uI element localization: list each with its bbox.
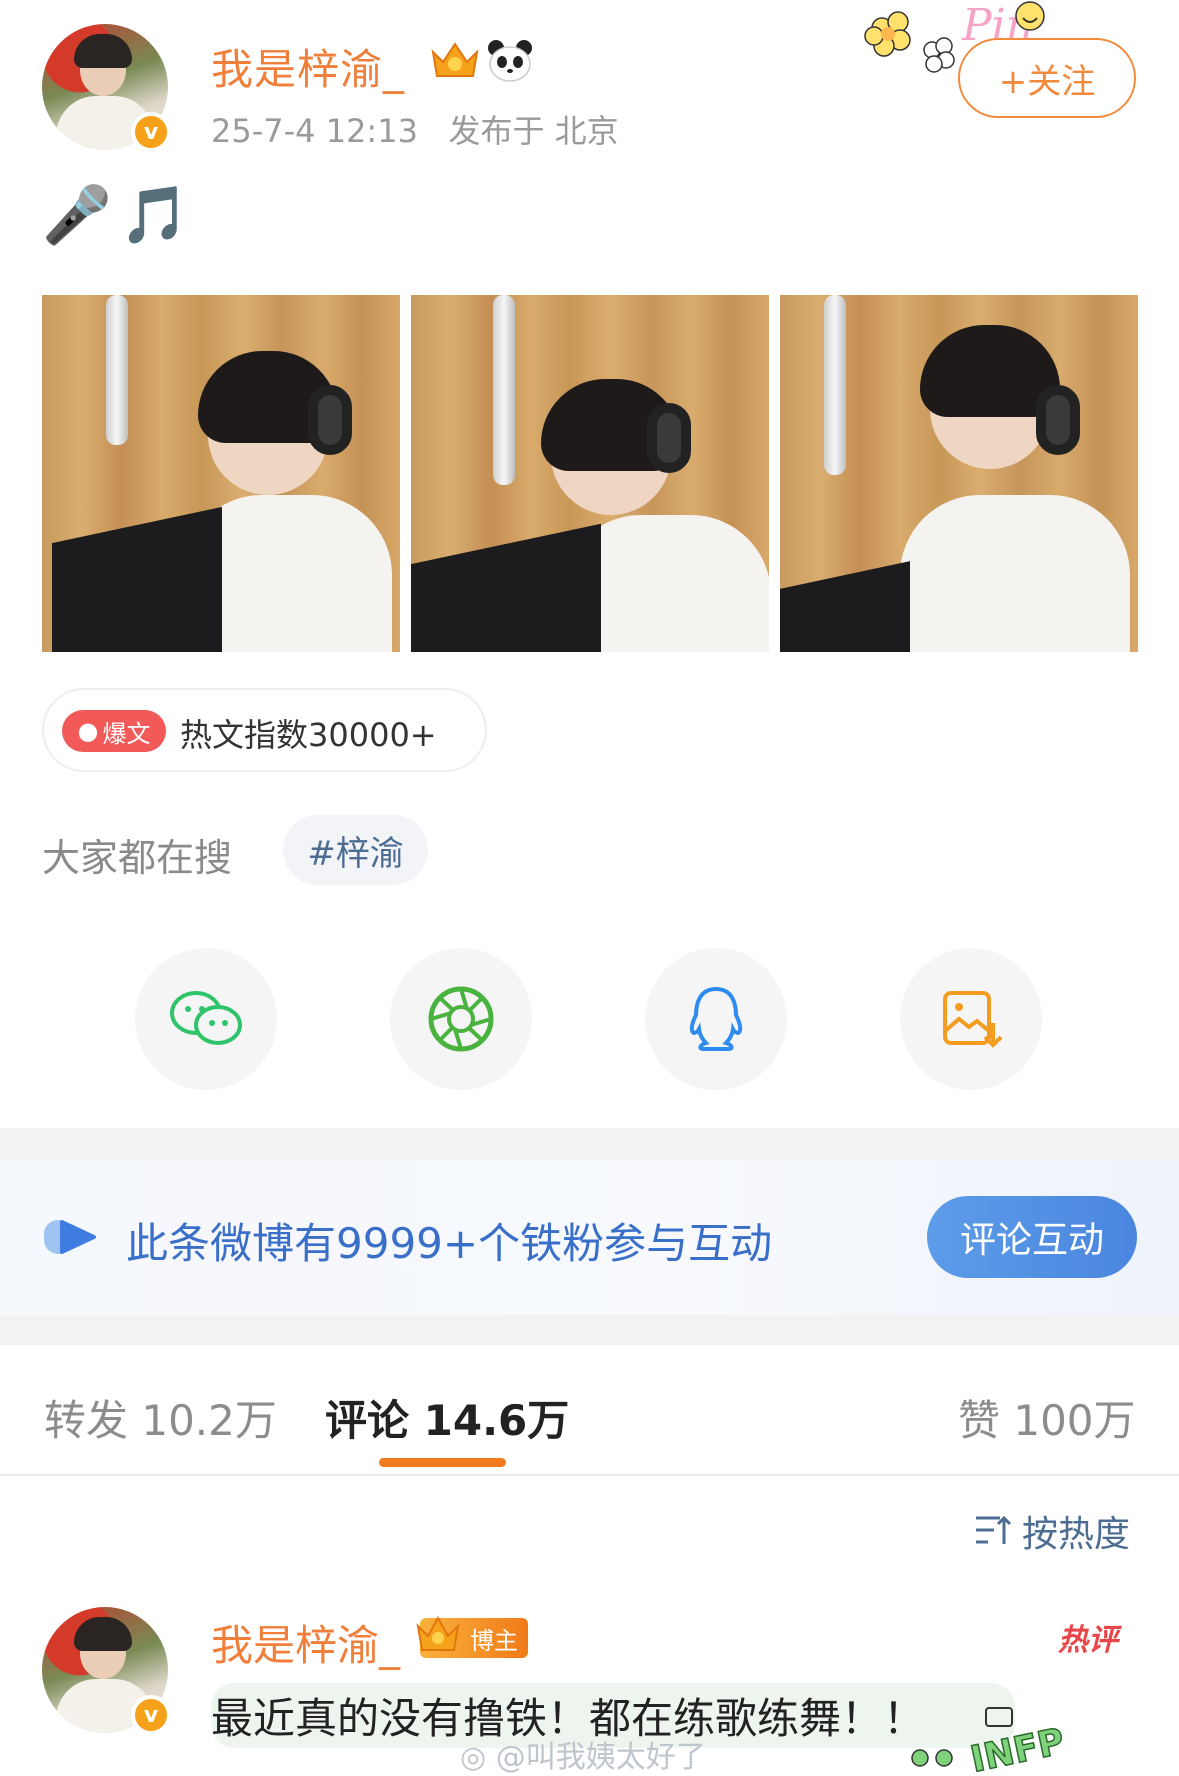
section-divider: [0, 1315, 1179, 1345]
post-content: 🎤🎵: [42, 183, 198, 248]
headphones: [647, 403, 691, 473]
follow-button[interactable]: +关注: [958, 38, 1136, 118]
headphones: [1036, 385, 1080, 455]
panda-icon: [488, 40, 532, 82]
post-photo-3[interactable]: [780, 295, 1138, 652]
comment-interact-button[interactable]: 评论互动: [927, 1196, 1137, 1278]
iron-fans-banner: 此条微博有9999+个铁粉参与互动 评论互动: [0, 1160, 1179, 1315]
post-owner-badge-label: 博主: [470, 1626, 518, 1655]
avatar-hair: [74, 1617, 132, 1651]
tabs-divider: [0, 1474, 1179, 1476]
trending-search-chip[interactable]: #梓渝: [283, 815, 428, 885]
verified-badge-icon: v: [131, 1695, 171, 1735]
hot-index-pill[interactable]: ● 爆文 热文指数30000+: [42, 688, 487, 772]
trending-search-label: 大家都在搜: [42, 836, 233, 880]
commenter-username[interactable]: 我是梓渝_: [211, 1612, 400, 1673]
music-stand: [780, 561, 910, 652]
hot-index-text: 热文指数30000+: [180, 716, 437, 754]
hot-article-tag: ● 爆文: [62, 710, 166, 752]
microphone: [106, 295, 128, 445]
infp-sticker-icon: INFP: [911, 1707, 1069, 1772]
watermark-text: @叫我姨太好了: [495, 1740, 706, 1775]
post-timestamp: 25-7-4 12:13: [211, 112, 418, 150]
share-save-image-button[interactable]: [900, 948, 1042, 1090]
tab-comments[interactable]: 评论 14.6万: [325, 1387, 569, 1448]
flame-icon: ●: [77, 717, 99, 745]
section-divider: [0, 1128, 1179, 1160]
tab-likes[interactable]: 赞 100万: [958, 1387, 1136, 1448]
post-photo-2[interactable]: [411, 295, 769, 652]
crown-badge-icon: [416, 1615, 460, 1651]
share-qq-button[interactable]: [645, 948, 787, 1090]
music-stand: [52, 506, 222, 652]
wechat-icon: [170, 991, 242, 1045]
active-tab-indicator: [379, 1458, 506, 1467]
post-location: 发布于 北京: [448, 112, 619, 150]
post-owner-badge: 博主: [416, 1615, 528, 1658]
weibo-logo-icon: ◎: [460, 1740, 487, 1775]
microphone: [493, 295, 515, 485]
fans-play-icon: [44, 1220, 96, 1254]
microphone: [824, 295, 846, 475]
sort-label: 按热度: [1022, 1514, 1131, 1555]
sort-by-hot-button[interactable]: 按热度: [974, 1505, 1130, 1557]
crown-badge-icon: [431, 42, 479, 77]
save-image-icon: [943, 991, 1003, 1048]
sort-icon: [976, 1515, 1012, 1544]
hot-comment-label: 热评: [1058, 1623, 1118, 1658]
share-moments-button[interactable]: [390, 948, 532, 1090]
iron-fans-text: 此条微博有9999+个铁粉参与互动: [126, 1219, 773, 1268]
tab-repost[interactable]: 转发 10.2万: [44, 1387, 277, 1448]
qq-icon: [689, 986, 743, 1051]
share-wechat-button[interactable]: [135, 948, 277, 1090]
shirt: [900, 495, 1130, 652]
watermark: ◎ @叫我姨太好了: [460, 1732, 706, 1776]
music-stand: [411, 523, 601, 652]
hot-tag-label: 爆文: [102, 719, 151, 748]
verified-badge-icon: v: [131, 112, 171, 152]
svg-text:INFP: INFP: [967, 1721, 1068, 1772]
post-meta: 25-7-4 12:13 发布于 北京: [211, 106, 619, 152]
author-username[interactable]: 我是梓渝_: [211, 36, 405, 97]
moments-icon: [428, 986, 494, 1052]
headphones: [308, 385, 352, 455]
post-photo-1[interactable]: [42, 295, 400, 652]
avatar-hair: [74, 34, 132, 68]
